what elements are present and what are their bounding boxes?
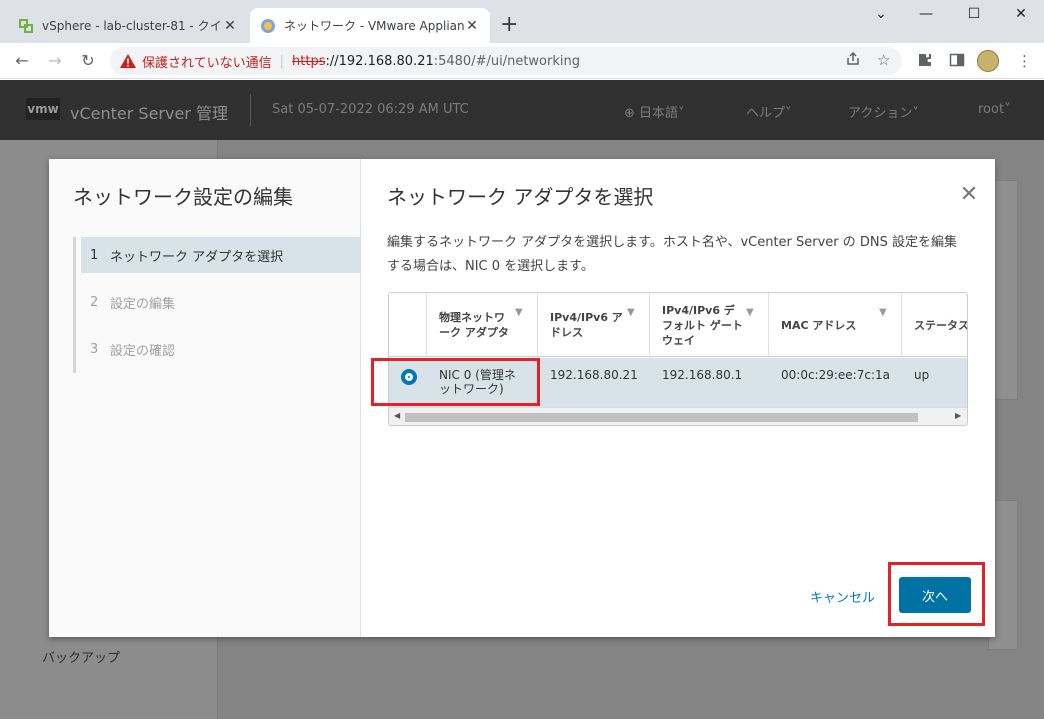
step-number: 3: [90, 342, 99, 357]
wizard-step-3: 3 設定の確認: [76, 326, 361, 373]
column-header-mac[interactable]: MAC アドレス: [769, 293, 902, 357]
browser-tab-vsphere[interactable]: vSphere - lab-cluster-81 - クイック ✕: [8, 8, 248, 43]
close-window-icon[interactable]: ✕: [1006, 6, 1036, 22]
close-icon[interactable]: ✕: [959, 184, 979, 206]
wizard-step-2: 2 設定の編集: [76, 279, 361, 326]
cell-gateway: 192.168.80.1: [662, 368, 743, 382]
filter-icon[interactable]: ▼: [627, 307, 635, 318]
maximize-window-icon[interactable]: ☐: [959, 6, 989, 22]
user-menu[interactable]: root˅: [978, 102, 1011, 117]
address-bar[interactable]: 保護されていない通信 | https ://192.168.80.21 :548…: [110, 47, 902, 75]
share-icon[interactable]: [845, 51, 861, 67]
side-panel-icon[interactable]: [949, 52, 965, 68]
filter-icon[interactable]: ▼: [879, 307, 887, 318]
cancel-button[interactable]: キャンセル: [810, 587, 875, 606]
filter-icon[interactable]: ▼: [515, 307, 523, 318]
cell-address: 192.168.80.21: [550, 368, 638, 382]
close-tab-icon[interactable]: ✕: [464, 18, 480, 34]
step-label: ネットワーク アダプタを選択: [110, 249, 284, 265]
step-title: ネットワーク アダプタを選択: [387, 185, 654, 209]
profile-avatar[interactable]: [977, 50, 999, 72]
back-icon[interactable]: ←: [12, 51, 32, 70]
grid-header: 物理ネットワーク アダプタ ▼ IPv4/IPv6 アドレス ▼ IPv4/IP…: [389, 293, 968, 357]
column-header-address[interactable]: IPv4/IPv6 アドレス: [538, 293, 650, 357]
close-tab-icon[interactable]: ✕: [222, 18, 238, 34]
address-separator: |: [279, 53, 285, 69]
filter-icon[interactable]: ▼: [746, 307, 754, 318]
sidebar-item-backup[interactable]: バックアップ: [42, 647, 120, 666]
step-label: 設定の編集: [110, 297, 176, 312]
tab-search-icon[interactable]: ⌄: [866, 6, 896, 22]
vmware-logo: vmw: [26, 98, 60, 120]
extensions-icon[interactable]: [917, 52, 933, 68]
forward-icon[interactable]: →: [45, 51, 65, 70]
security-label[interactable]: 保護されていない通信: [142, 52, 272, 71]
horizontal-scrollbar[interactable]: ◀ ▶: [389, 407, 967, 425]
step-description: 編集するネットワーク アダプタを選択します。ホスト名や、vCenter Serv…: [387, 235, 958, 274]
annotation-highlight-next: [888, 562, 985, 626]
bookmark-star-icon[interactable]: ☆: [877, 51, 890, 69]
column-label: 物理ネットワーク アダプタ: [439, 311, 509, 339]
vsphere-favicon-icon: [18, 18, 34, 34]
vcenter-title: vCenter Server 管理: [70, 104, 228, 123]
url-path: :5480/#/ui/networking: [433, 53, 580, 69]
browser-tab-bar: vSphere - lab-cluster-81 - クイック ✕ ネットワーク…: [0, 0, 1044, 43]
wizard-title: ネットワーク設定の編集: [73, 185, 293, 209]
column-header-status[interactable]: ステータス: [902, 293, 968, 357]
column-label: ステータス: [914, 318, 968, 332]
annotation-highlight-nic0: [371, 358, 540, 406]
minimize-window-icon[interactable]: —: [911, 6, 941, 22]
url-host: ://192.168.80.21: [325, 53, 434, 69]
wizard-step-1[interactable]: 1 ネットワーク アダプタを選択: [81, 237, 361, 273]
scrollbar-thumb[interactable]: [405, 413, 918, 422]
cell-mac: 00:0c:29:ee:7c:1a: [781, 368, 890, 382]
browser-toolbar: ← → ↻ 保護されていない通信 | https ://192.168.80.2…: [0, 43, 1044, 79]
step-label: 設定の確認: [110, 344, 176, 359]
tab-title: ネットワーク - VMware Appliance M: [284, 19, 464, 33]
column-label: MAC アドレス: [781, 318, 857, 332]
tab-title: vSphere - lab-cluster-81 - クイック: [42, 19, 222, 33]
header-datetime: Sat 05-07-2022 06:29 AM UTC: [272, 102, 469, 117]
column-header-adapter[interactable]: 物理ネットワーク アダプタ: [427, 293, 538, 357]
scroll-left-icon[interactable]: ◀: [394, 411, 400, 420]
column-header-gateway[interactable]: IPv4/IPv6 デフォルト ゲートウェイ: [650, 293, 769, 357]
chrome-menu-icon[interactable]: ⋮: [1017, 52, 1032, 70]
language-menu[interactable]: ⊕ 日本語˅: [624, 102, 685, 121]
url-protocol: https: [292, 53, 326, 69]
actions-menu[interactable]: アクション˅: [848, 102, 919, 121]
browser-tab-network[interactable]: ネットワーク - VMware Appliance M ✕: [250, 8, 490, 43]
vcenter-header: vmw vCenter Server 管理 Sat 05-07-2022 06:…: [0, 80, 1044, 140]
reload-icon[interactable]: ↻: [78, 51, 98, 70]
select-column-header: [389, 293, 427, 357]
cell-status: up: [914, 368, 930, 382]
step-number: 1: [90, 247, 99, 263]
not-secure-warning-icon: [120, 54, 136, 68]
wizard-steps: 1 ネットワーク アダプタを選択 2 設定の編集 3 設定の確認: [73, 237, 361, 373]
wizard-step-panel: ネットワーク設定の編集 1 ネットワーク アダプタを選択 2 設定の編集 3 設…: [49, 159, 361, 637]
step-number: 2: [90, 295, 99, 310]
column-label: IPv4/IPv6 デフォルト ゲートウェイ: [662, 303, 743, 347]
scroll-right-icon[interactable]: ▶: [955, 411, 961, 420]
column-label: IPv4/IPv6 アドレス: [550, 311, 623, 339]
vmware-favicon-icon: [260, 18, 276, 34]
help-menu[interactable]: ヘルプ˅: [746, 102, 792, 121]
header-divider: [250, 94, 251, 126]
new-tab-button[interactable]: +: [500, 14, 518, 36]
